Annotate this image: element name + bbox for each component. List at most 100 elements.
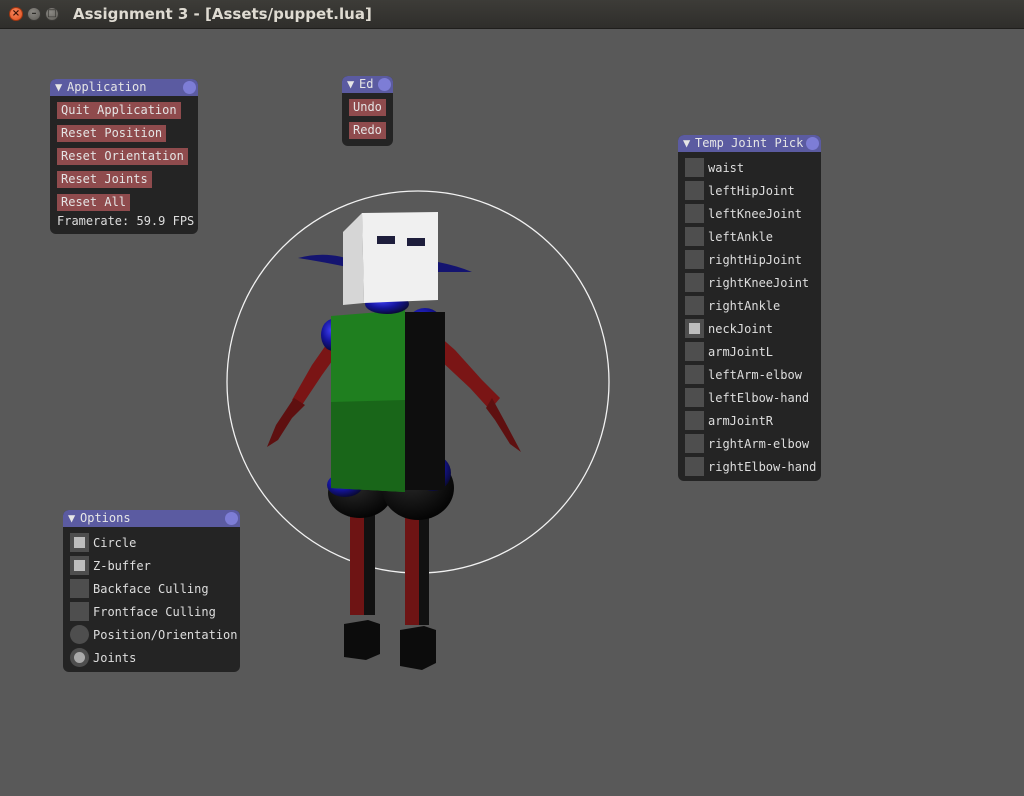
joint-option-row[interactable]: leftAnkle — [685, 225, 814, 248]
left-foot — [344, 620, 380, 660]
joint-option-row[interactable]: rightKneeJoint — [685, 271, 814, 294]
maximize-window-button[interactable]: □ — [45, 7, 59, 21]
joint-label: rightAnkle — [708, 298, 781, 313]
right-forearm — [486, 398, 521, 452]
application-panel: ▼ Application Quit Application Reset Posi… — [50, 79, 198, 234]
joint-option-row[interactable]: leftArm-elbow — [685, 363, 814, 386]
joint-label: leftKneeJoint — [708, 206, 802, 221]
panel-close-icon[interactable] — [225, 512, 238, 525]
reset-orientation-button[interactable]: Reset Orientation — [57, 148, 188, 165]
framerate-readout: Framerate: 59.9 FPS — [57, 214, 195, 228]
render-viewport[interactable]: ▼ Application Quit Application Reset Posi… — [0, 29, 1024, 796]
joint-label: rightElbow-hand — [708, 459, 817, 474]
minimize-window-button[interactable]: – — [27, 7, 41, 21]
right-upper-leg-shade — [419, 505, 429, 625]
joint-checkbox[interactable] — [685, 273, 704, 292]
torso-back — [405, 312, 445, 490]
joint-checkbox[interactable] — [685, 411, 704, 430]
joint-option-row[interactable]: rightAnkle — [685, 294, 814, 317]
options-panel: ▼ Options Circle Z-buffer Backface Cullin… — [63, 510, 240, 672]
reset-all-button[interactable]: Reset All — [57, 194, 131, 211]
joint-option-row[interactable]: leftElbow-hand — [685, 386, 814, 409]
joint-label: leftArm-elbow — [708, 367, 802, 382]
joint-option-row[interactable]: neckJoint — [685, 317, 814, 340]
options-panel-title: Options — [80, 511, 131, 525]
backface-culling-checkbox[interactable] — [70, 579, 89, 598]
close-icon: × — [11, 8, 21, 19]
panel-close-icon[interactable] — [183, 81, 196, 94]
quit-application-button[interactable]: Quit Application — [57, 102, 181, 119]
joint-label: rightArm-elbow — [708, 436, 810, 451]
joint-checkbox[interactable] — [685, 296, 704, 315]
left-forearm — [267, 398, 305, 447]
right-upper-leg — [405, 505, 419, 625]
joint-checkbox[interactable] — [685, 319, 704, 338]
joint-option-row[interactable]: leftHipJoint — [685, 179, 814, 202]
circle-option-label: Circle — [93, 535, 137, 550]
joint-option-row[interactable]: rightHipJoint — [685, 248, 814, 271]
zbuffer-option-row[interactable]: Z-buffer — [70, 554, 233, 577]
joint-label: armJointL — [708, 344, 774, 359]
joint-checkbox[interactable] — [685, 181, 704, 200]
circle-option-row[interactable]: Circle — [70, 531, 233, 554]
options-panel-header[interactable]: ▼ Options — [63, 510, 240, 527]
joint-label: leftHipJoint — [708, 183, 795, 198]
collapse-triangle-icon[interactable]: ▼ — [68, 510, 80, 527]
right-eye — [407, 238, 425, 246]
backface-culling-option-label: Backface Culling — [93, 581, 209, 596]
frontface-culling-option-row[interactable]: Frontface Culling — [70, 600, 233, 623]
joint-checkbox[interactable] — [685, 227, 704, 246]
left-upper-leg-shade — [364, 505, 375, 615]
left-upper-leg — [350, 505, 364, 615]
position-orientation-mode-row[interactable]: Position/Orientation — [70, 623, 238, 646]
joint-checkbox[interactable] — [685, 342, 704, 361]
undo-button[interactable]: Undo — [349, 99, 386, 116]
joint-checkbox[interactable] — [685, 204, 704, 223]
edit-panel-title: Ed — [359, 77, 374, 91]
joint-option-row[interactable]: rightArm-elbow — [685, 432, 814, 455]
joint-label: neckJoint — [708, 321, 774, 336]
collapse-triangle-icon[interactable]: ▼ — [55, 79, 67, 96]
joint-checkbox[interactable] — [685, 388, 704, 407]
maximize-icon: □ — [47, 8, 57, 19]
panel-close-icon[interactable] — [806, 137, 819, 150]
joint-checkbox[interactable] — [685, 457, 704, 476]
joint-option-row[interactable]: armJointL — [685, 340, 814, 363]
collapse-triangle-icon[interactable]: ▼ — [347, 76, 359, 93]
circle-checkbox[interactable] — [70, 533, 89, 552]
reset-joints-button[interactable]: Reset Joints — [57, 171, 152, 188]
frontface-culling-checkbox[interactable] — [70, 602, 89, 621]
joint-label: armJointR — [708, 413, 774, 428]
joint-label: leftElbow-hand — [708, 390, 810, 405]
close-window-button[interactable]: × — [9, 7, 23, 21]
joint-option-row[interactable]: armJointR — [685, 409, 814, 432]
zbuffer-checkbox[interactable] — [70, 556, 89, 575]
backface-culling-option-row[interactable]: Backface Culling — [70, 577, 233, 600]
reset-position-button[interactable]: Reset Position — [57, 125, 167, 142]
joint-label: waist — [708, 160, 745, 175]
joint-pick-panel-header[interactable]: ▼ Temp Joint Pick — [678, 135, 821, 152]
collapse-triangle-icon[interactable]: ▼ — [683, 135, 695, 152]
joint-checkbox[interactable] — [685, 250, 704, 269]
joint-checkbox[interactable] — [685, 365, 704, 384]
redo-button[interactable]: Redo — [349, 122, 386, 139]
application-panel-header[interactable]: ▼ Application — [50, 79, 198, 96]
right-foot — [400, 626, 436, 670]
joint-option-row[interactable]: rightElbow-hand — [685, 455, 817, 478]
joint-pick-panel-title: Temp Joint Pick — [695, 136, 804, 150]
joint-option-row[interactable]: waist — [685, 156, 814, 179]
window-title: Assignment 3 - [Assets/puppet.lua] — [73, 5, 372, 23]
position-orientation-mode-label: Position/Orientation — [93, 627, 238, 642]
joint-label: rightKneeJoint — [708, 275, 810, 290]
joint-label: rightHipJoint — [708, 252, 802, 267]
joint-option-row[interactable]: leftKneeJoint — [685, 202, 814, 225]
edit-panel-header[interactable]: ▼ Ed — [342, 76, 393, 93]
joint-label: leftAnkle — [708, 229, 774, 244]
joints-mode-row[interactable]: Joints — [70, 646, 233, 669]
edit-panel: ▼ Ed Undo Redo — [342, 76, 393, 146]
position-orientation-radio[interactable] — [70, 625, 89, 644]
joint-checkbox[interactable] — [685, 434, 704, 453]
joints-radio[interactable] — [70, 648, 89, 667]
joint-checkbox[interactable] — [685, 158, 704, 177]
panel-close-icon[interactable] — [378, 78, 391, 91]
